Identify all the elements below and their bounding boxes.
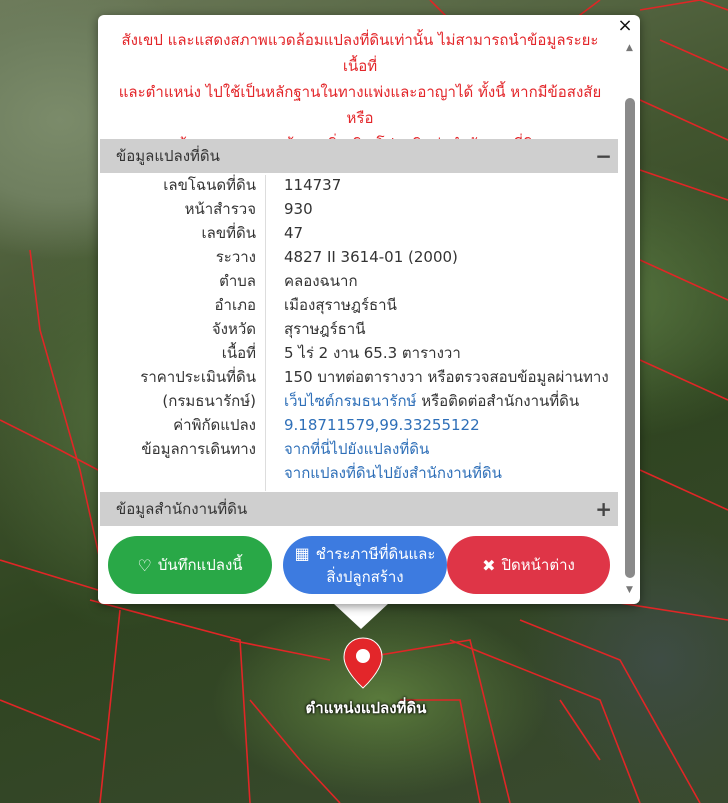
directions-to-parcel-link[interactable]: จากที่นี่ไปยังแปลงที่ดิน [284,440,429,458]
scroll-up-icon[interactable]: ▲ [626,43,633,53]
price-label: ราคาประเมินที่ดิน [140,368,256,386]
coords-row: ค่าพิกัดแปลง 9.18711579,99.33255122 [100,413,618,437]
field-row: จังหวัด สุราษฎร์ธานี [100,317,618,341]
field-row: ตำบล คลองฉนาก [100,269,618,293]
parcel-popup: × สังเขป และแสดงสภาพแวดล้อมแปลงที่ดินเท่… [98,15,640,604]
parcel-info-title: ข้อมูลแปลงที่ดิน [116,147,220,165]
travel-row: ข้อมูลการเดินทาง จากที่นี่ไปยังแปลงที่ดิ… [100,437,618,461]
field-row: อำเภอ เมืองสุราษฎร์ธานี [100,293,618,317]
coords-link[interactable]: 9.18711579,99.33255122 [284,416,480,434]
field-label: เลขโฉนดที่ดิน [163,176,256,194]
price-suffix: หรือติดต่อสำนักงานที่ดิน [416,392,580,410]
coords-label: ค่าพิกัดแปลง [173,416,256,434]
pay-tax-line-1: ชำระภาษีที่ดินและ [315,545,436,563]
popup-scroll-area[interactable]: สังเขป และแสดงสภาพแวดล้อมแปลงที่ดินเท่าน… [98,15,620,604]
parcel-info-header[interactable]: ข้อมูลแปลงที่ดิน − [100,139,618,173]
treasury-website-link[interactable]: เว็บไซต์กรมธนารักษ์ [284,392,416,410]
travel-row-2: จากแปลงที่ดินไปยังสำนักงานที่ดิน [100,461,618,485]
pay-tax-button[interactable]: ▦ ชำระภาษีที่ดินและ สิ่งปลูกสร้าง [283,536,447,594]
field-value: 47 [284,224,304,242]
field-label: จังหวัด [211,320,256,338]
travel-label: ข้อมูลการเดินทาง [141,440,256,458]
field-label: เลขที่ดิน [201,224,256,242]
pay-tax-content: ▦ ชำระภาษีที่ดินและ สิ่งปลูกสร้าง [295,542,436,589]
scrollbar-thumb[interactable] [625,98,635,578]
field-value: สุราษฎร์ธานี [284,320,366,338]
scroll-down-icon[interactable]: ▼ [626,585,633,595]
save-parcel-button[interactable]: ♡ บันทึกแปลงนี้ [108,536,272,594]
location-pin-icon[interactable] [343,637,383,689]
price-row-2: (กรมธนารักษ์) เว็บไซต์กรมธนารักษ์ หรือติ… [100,389,618,413]
price-row: ราคาประเมินที่ดิน 150 บาทต่อตารางวา หรือ… [100,365,618,389]
field-label: อำเภอ [214,296,256,314]
heart-icon: ♡ [137,555,152,575]
field-label: ระวาง [215,248,256,266]
pay-tax-line-2: สิ่งปลูกสร้าง [326,568,404,586]
save-parcel-label: บันทึกแปลงนี้ [157,556,243,574]
marker-label: ตำแหน่งแปลงที่ดิน [305,699,427,717]
close-x-icon: ✖ [482,555,496,575]
directions-to-office-link[interactable]: จากแปลงที่ดินไปยังสำนักงานที่ดิน [284,464,502,482]
office-info-title: ข้อมูลสำนักงานที่ดิน [116,500,248,518]
qr-code-icon: ▦ [294,544,310,563]
collapse-icon[interactable]: − [595,139,612,173]
field-row: เนื้อที่ 5 ไร่ 2 งาน 65.3 ตารางวา [100,341,618,365]
office-info-header[interactable]: ข้อมูลสำนักงานที่ดิน + [100,492,618,526]
field-value: 4827 II 3614-01 (2000) [284,248,458,266]
price-label-source: (กรมธนารักษ์) [162,392,256,410]
disclaimer-text: สังเขป และแสดงสภาพแวดล้อมแปลงที่ดินเท่าน… [106,27,614,157]
field-value: 114737 [284,176,342,194]
popup-scrollbar[interactable]: ▲ ▼ [624,43,636,595]
travel-value: จากที่นี่ไปยังแปลงที่ดิน [284,437,614,461]
price-value-2: เว็บไซต์กรมธนารักษ์ หรือติดต่อสำนักงานที… [284,389,614,413]
popup-tail [333,603,389,629]
field-row: หน้าสำรวจ 930 [100,197,618,221]
disclaimer-line-2: และตำแหน่ง ไปใช้เป็นหลักฐานในทางแพ่งและอ… [118,83,602,127]
field-value: เมืองสุราษฎร์ธานี [284,296,397,314]
field-label: เนื้อที่ [221,344,256,362]
field-value: 5 ไร่ 2 งาน 65.3 ตารางวา [284,344,461,362]
field-row: เลขโฉนดที่ดิน 114737 [100,173,618,197]
field-value: คลองฉนาก [284,272,358,290]
field-row: เลขที่ดิน 47 [100,221,618,245]
field-label: ตำบล [219,272,256,290]
coords-value: 9.18711579,99.33255122 [284,413,614,437]
expand-icon[interactable]: + [595,492,612,526]
field-value: 930 [284,200,313,218]
pay-tax-line-1-wrap: ▦ ชำระภาษีที่ดินและ [295,542,436,566]
travel-value-2: จากแปลงที่ดินไปยังสำนักงานที่ดิน [284,461,614,485]
field-row: ระวาง 4827 II 3614-01 (2000) [100,245,618,269]
parcel-info-table: เลขโฉนดที่ดิน 114737 หน้าสำรวจ 930 เลขที… [100,173,618,485]
disclaimer-line-1: สังเขป และแสดงสภาพแวดล้อมแปลงที่ดินเท่าน… [121,31,599,75]
field-label: หน้าสำรวจ [184,200,256,218]
close-window-button[interactable]: ✖ ปิดหน้าต่าง [447,536,610,594]
price-value: 150 บาทต่อตารางวา หรือตรวจสอบข้อมูลผ่านท… [284,368,609,386]
close-window-label: ปิดหน้าต่าง [501,556,575,574]
